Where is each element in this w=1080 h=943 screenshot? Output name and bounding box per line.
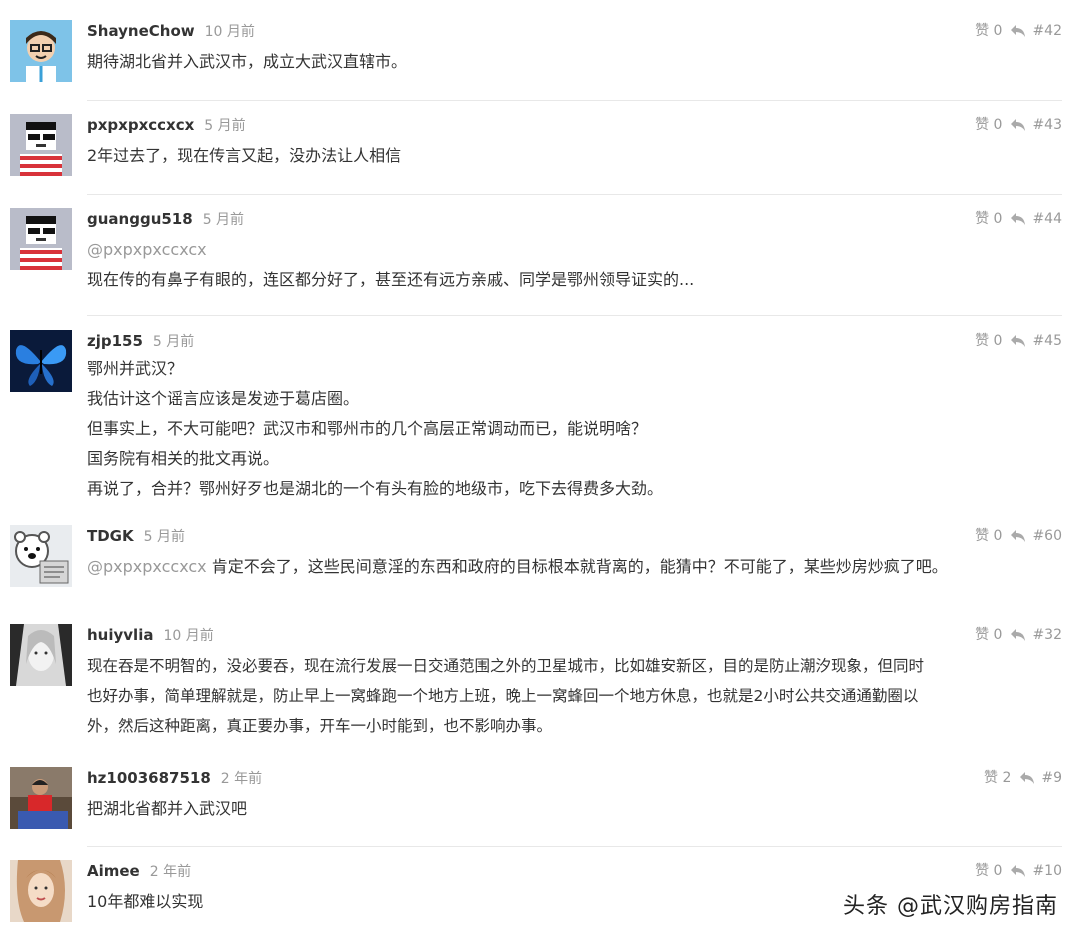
like-button[interactable]: 赞 0 xyxy=(975,23,1002,39)
comment-item: zjp155 5 月前 赞 0 #45 鄂州并武汉？ 我估计这个谣言应该是发迹于葛店… xyxy=(0,330,1080,505)
floor-number: #42 xyxy=(1032,23,1062,39)
divider xyxy=(87,846,1062,847)
divider xyxy=(87,315,1062,316)
mention-link[interactable]: @pxpxpxccxcx xyxy=(87,235,1062,265)
comment-item: ShayneChow 10 月前 赞 0 #42 期待湖北省并入武汉市，成立大武汉直… xyxy=(0,20,1080,100)
like-button[interactable]: 赞 0 xyxy=(975,333,1002,349)
comment-text: 鄂州并武汉？ 我估计这个谣言应该是发迹于葛店圈。 但事实上，不大可能吧？武汉市和… xyxy=(87,359,664,498)
reply-icon[interactable] xyxy=(1010,864,1026,878)
comment-text: 期待湖北省并入武汉市，成立大武汉直辖市。 xyxy=(87,52,408,71)
watermark: 头条 @武汉购房指南 xyxy=(843,894,1058,919)
floor-number: #44 xyxy=(1032,211,1062,227)
comment-item: hz1003687518 2 年前 赞 2 #9 把湖北省都并入武汉吧 xyxy=(0,767,1080,845)
username[interactable]: TDGK 5 月前 xyxy=(87,525,185,548)
comment-text: 现在吞是不明智的，没必要吞，现在流行发展一日交通范围之外的卫星城市，比如雄安新区… xyxy=(87,657,925,735)
username[interactable]: huiyvlia 10 月前 xyxy=(87,624,214,647)
floor-number: #45 xyxy=(1032,333,1062,349)
avatar[interactable] xyxy=(10,208,72,270)
comment-text: @pxpxpxccxcx 肯定不会了，这些民间意淫的东西和政府的目标根本就背离的… xyxy=(87,557,948,576)
mention-link[interactable]: @pxpxpxccxcx xyxy=(87,557,207,576)
username[interactable]: zjp155 5 月前 xyxy=(87,330,194,353)
timestamp: 5 月前 xyxy=(152,334,195,350)
comment-item: pxpxpxccxcx 5 月前 赞 0 #43 2年过去了，现在传言又起，没办法让… xyxy=(0,114,1080,194)
avatar[interactable] xyxy=(10,624,72,686)
avatar[interactable] xyxy=(10,525,72,587)
username[interactable]: guanggu518 5 月前 xyxy=(87,208,244,231)
like-button[interactable]: 赞 2 xyxy=(984,770,1011,786)
comment-item: huiyvlia 10 月前 赞 0 #32 现在吞是不明智的，没必要吞，现在流行发… xyxy=(0,624,1080,744)
timestamp: 10 月前 xyxy=(204,24,255,40)
username[interactable]: Aimee 2 年前 xyxy=(87,860,191,883)
like-button[interactable]: 赞 0 xyxy=(975,863,1002,879)
reply-icon[interactable] xyxy=(1010,628,1026,642)
floor-number: #10 xyxy=(1032,863,1062,879)
avatar[interactable] xyxy=(10,767,72,829)
reply-icon[interactable] xyxy=(1010,118,1026,132)
timestamp: 2 年前 xyxy=(149,864,192,880)
timestamp: 2 年前 xyxy=(220,771,263,787)
like-button[interactable]: 赞 0 xyxy=(975,117,1002,133)
avatar[interactable] xyxy=(10,20,72,82)
like-button[interactable]: 赞 0 xyxy=(975,627,1002,643)
reply-icon[interactable] xyxy=(1010,212,1026,226)
reply-icon[interactable] xyxy=(1010,529,1026,543)
username[interactable]: hz1003687518 2 年前 xyxy=(87,767,262,790)
comment-item: TDGK 5 月前 赞 0 #60 @pxpxpxccxcx 肯定不会了，这些民间意… xyxy=(0,525,1080,605)
divider xyxy=(87,194,1062,195)
avatar[interactable] xyxy=(10,860,72,922)
reply-icon[interactable] xyxy=(1019,771,1035,785)
comment-text: 把湖北省都并入武汉吧 xyxy=(87,799,248,818)
username[interactable]: pxpxpxccxcx 5 月前 xyxy=(87,114,246,137)
floor-number: #9 xyxy=(1041,770,1062,786)
divider xyxy=(87,100,1062,101)
username[interactable]: ShayneChow 10 月前 xyxy=(87,20,255,43)
comment-text: 2年过去了，现在传言又起，没办法让人相信 xyxy=(87,146,402,165)
floor-number: #43 xyxy=(1032,117,1062,133)
like-button[interactable]: 赞 0 xyxy=(975,211,1002,227)
timestamp: 5 月前 xyxy=(202,212,245,228)
comment-list: ShayneChow 10 月前 赞 0 #42 期待湖北省并入武汉市，成立大武汉直… xyxy=(0,0,1080,943)
timestamp: 5 月前 xyxy=(143,529,185,545)
comment-item: guanggu518 5 月前 赞 0 #44 @pxpxpxccxcx 现在传的有… xyxy=(0,208,1080,318)
comment-text: @pxpxpxccxcx 现在传的有鼻子有眼的，连区都分好了，甚至还有远方亲戚、… xyxy=(87,235,1062,295)
reply-icon[interactable] xyxy=(1010,24,1026,38)
floor-number: #32 xyxy=(1032,627,1062,643)
avatar[interactable] xyxy=(10,114,72,176)
timestamp: 5 月前 xyxy=(204,118,246,134)
reply-icon[interactable] xyxy=(1010,334,1026,348)
timestamp: 10 月前 xyxy=(163,628,214,644)
floor-number: #60 xyxy=(1032,528,1062,544)
avatar[interactable] xyxy=(10,330,72,392)
like-button[interactable]: 赞 0 xyxy=(975,528,1002,544)
